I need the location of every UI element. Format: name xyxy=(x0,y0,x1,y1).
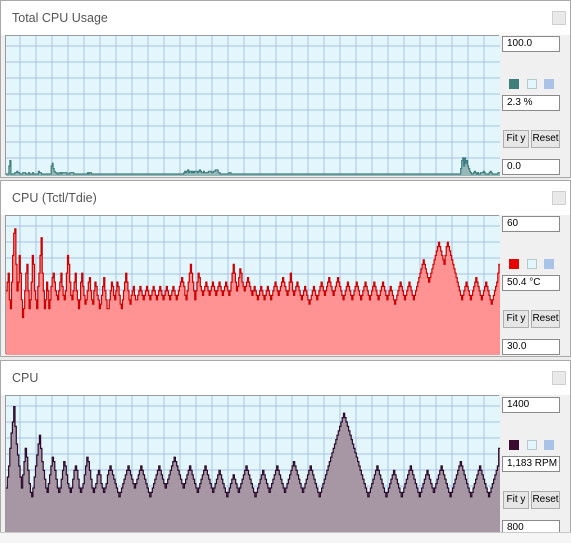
graph-background xyxy=(6,36,500,176)
background-color-swatch[interactable] xyxy=(527,79,537,89)
line-color-swatch[interactable] xyxy=(509,259,519,269)
reset-button[interactable]: Reset xyxy=(531,310,560,328)
y-min-input[interactable]: 30.0 xyxy=(502,339,560,355)
panel-header: CPU (Tctl/Tdie) xyxy=(1,181,570,215)
panel-title: Total CPU Usage xyxy=(12,11,108,25)
fit-y-button[interactable]: Fit y xyxy=(503,491,529,509)
close-button[interactable] xyxy=(552,11,566,25)
grid-color-swatch[interactable] xyxy=(544,259,554,269)
y-min-input[interactable]: 0.0 xyxy=(502,159,560,175)
line-color-swatch[interactable] xyxy=(509,79,519,89)
panel-cpu-tctl-tdie: CPU (Tctl/Tdie) 60 50.4 °C Fit y Reset 3… xyxy=(0,180,571,357)
panel-header: Total CPU Usage xyxy=(1,1,570,35)
sensor-graph xyxy=(5,395,500,534)
y-max-input[interactable]: 1400 xyxy=(502,397,560,413)
grid-color-swatch[interactable] xyxy=(544,440,554,450)
reset-button[interactable]: Reset xyxy=(531,130,560,148)
reset-button[interactable]: Reset xyxy=(531,491,560,509)
y-max-input[interactable]: 60 xyxy=(502,216,560,232)
sensor-graph xyxy=(5,35,500,176)
current-value-display: 1,183 RPM xyxy=(502,456,560,472)
close-button[interactable] xyxy=(552,371,566,385)
fit-y-button[interactable]: Fit y xyxy=(503,130,529,148)
close-button[interactable] xyxy=(552,191,566,205)
panel-title: CPU (Tctl/Tdie) xyxy=(12,191,97,205)
panel-title: CPU xyxy=(12,371,39,385)
grid-color-swatch[interactable] xyxy=(544,79,554,89)
panel-header: CPU xyxy=(1,361,570,395)
bottom-status-strip xyxy=(0,532,571,543)
y-max-input[interactable]: 100.0 xyxy=(502,36,560,52)
current-value-display: 2.3 % xyxy=(502,95,560,111)
graph-svg xyxy=(6,216,500,355)
background-color-swatch[interactable] xyxy=(527,440,537,450)
panel-cpu-fan: CPU 1400 1,183 RPM Fit y Reset 800 xyxy=(0,360,571,536)
graph-svg xyxy=(6,396,500,534)
fit-y-button[interactable]: Fit y xyxy=(503,310,529,328)
sensor-graph xyxy=(5,215,500,355)
panel-total-cpu-usage: Total CPU Usage 100.0 2.3 % Fit y Reset … xyxy=(0,0,571,178)
graph-svg xyxy=(6,36,500,176)
line-color-swatch[interactable] xyxy=(509,440,519,450)
background-color-swatch[interactable] xyxy=(527,259,537,269)
current-value-display: 50.4 °C xyxy=(502,275,560,291)
